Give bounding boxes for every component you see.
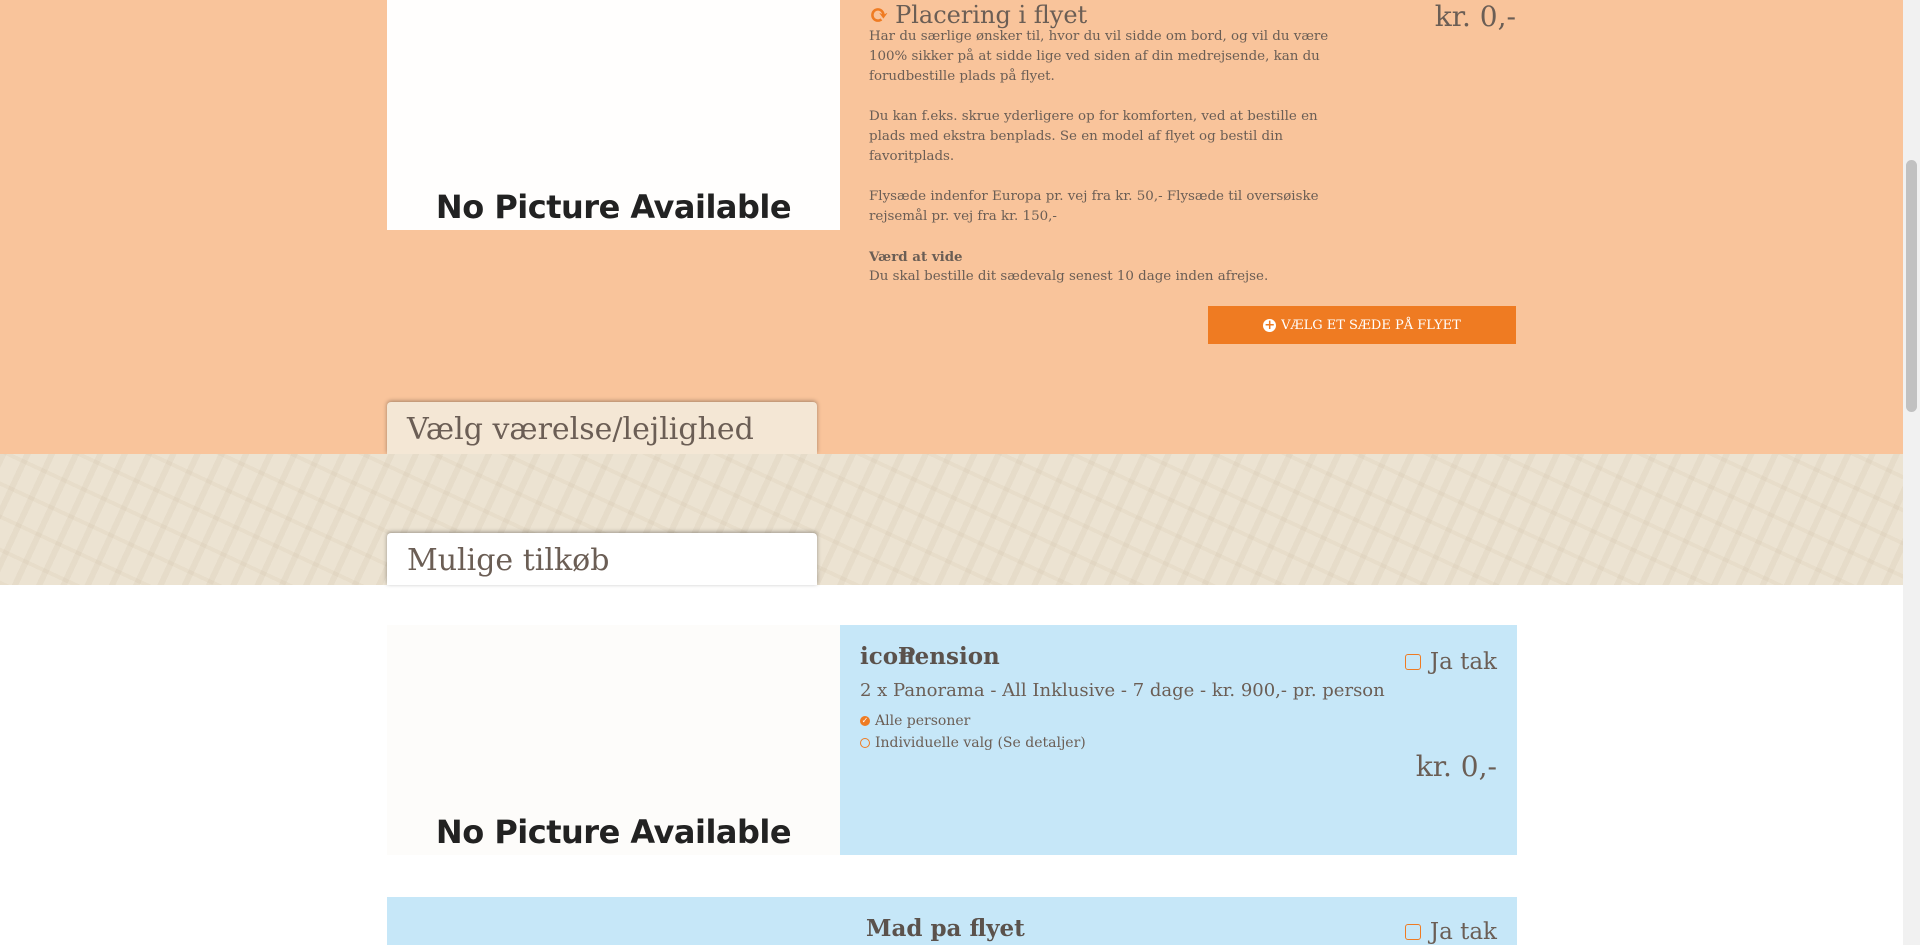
seat-paragraph: Flysæde indenfor Europa pr. vej fra kr. … (869, 189, 1319, 224)
tab-possible-extras[interactable]: Mulige tilkøb (387, 533, 817, 585)
choose-seat-button[interactable]: + Vælg et sæde på flyet (1208, 306, 1516, 344)
refresh-icon: ⟳ (869, 0, 890, 29)
seat-paragraph: Har du særlige ønsker til, hvor du vil s… (869, 29, 1329, 84)
tab-room-label: Vælg værelse/lejlighed (407, 412, 754, 447)
choose-seat-label: Vælg et sæde på flyet (1281, 317, 1461, 333)
check-circle-icon: ✓ (860, 716, 870, 726)
pension-price: kr. 0,- (1415, 750, 1497, 783)
option-label: Alle personer (875, 713, 971, 729)
sand-divider: Mulige tilkøb (0, 454, 1903, 585)
circle-icon (860, 738, 870, 748)
checkbox-icon (1404, 924, 1421, 940)
seat-title-text: Placering i flyet (895, 0, 1088, 29)
tab-extras-label: Mulige tilkøb (407, 543, 610, 578)
scrollbar-thumb[interactable] (1906, 160, 1917, 412)
meal-card: Mad pa flyet Ja tak (387, 897, 1517, 945)
seat-paragraph: Du kan f.eks. skrue yderligere op for ko… (869, 109, 1318, 164)
pension-yes-checkbox[interactable]: Ja tak (1404, 649, 1497, 675)
checkbox-label: Ja tak (1429, 649, 1497, 675)
plus-circle-icon: + (1263, 317, 1277, 333)
pension-subtitle: 2 x Panorama - All Inklusive - 7 dage - … (860, 680, 1385, 701)
option-all-persons[interactable]: ✓ Alle personer (860, 710, 1086, 732)
meal-title: Mad pa flyet (866, 915, 1025, 942)
seat-selection-section: No Picture Available ⟳ Placering i flyet… (0, 0, 1903, 454)
option-label: Individuelle valg (Se detaljer) (875, 735, 1086, 751)
pension-options: ✓ Alle personer Individuelle valg (Se de… (860, 710, 1086, 754)
checkbox-label: Ja tak (1429, 919, 1497, 945)
pension-image-placeholder: No Picture Available (387, 625, 840, 855)
no-picture-text: No Picture Available (435, 188, 792, 226)
option-individual[interactable]: Individuelle valg (Se detaljer) (860, 732, 1086, 754)
pension-details: icon Pension 2 x Panorama - All Inklusive… (840, 625, 1517, 855)
seat-image-placeholder: No Picture Available (387, 0, 840, 230)
pension-card: No Picture Available icon Pension 2 x Pan… (387, 625, 1517, 855)
no-picture-text: No Picture Available (435, 813, 792, 851)
seat-description: Har du særlige ønsker til, hvor du vil s… (869, 27, 1349, 287)
tab-choose-room[interactable]: Vælg værelse/lejlighed (387, 402, 817, 454)
pension-title: icon Pension (860, 643, 1000, 670)
seat-section-title: ⟳ Placering i flyet (869, 0, 1087, 29)
page-scrollbar[interactable] (1903, 0, 1920, 945)
checkbox-icon (1404, 654, 1421, 670)
know-heading: Værd at vide (869, 249, 963, 265)
meal-yes-checkbox[interactable]: Ja tak (1404, 919, 1497, 945)
pension-title-text: Pension (898, 643, 1000, 670)
know-text: Du skal bestille dit sædevalg senest 10 … (869, 269, 1269, 284)
seat-price: kr. 0,- (1434, 0, 1516, 33)
